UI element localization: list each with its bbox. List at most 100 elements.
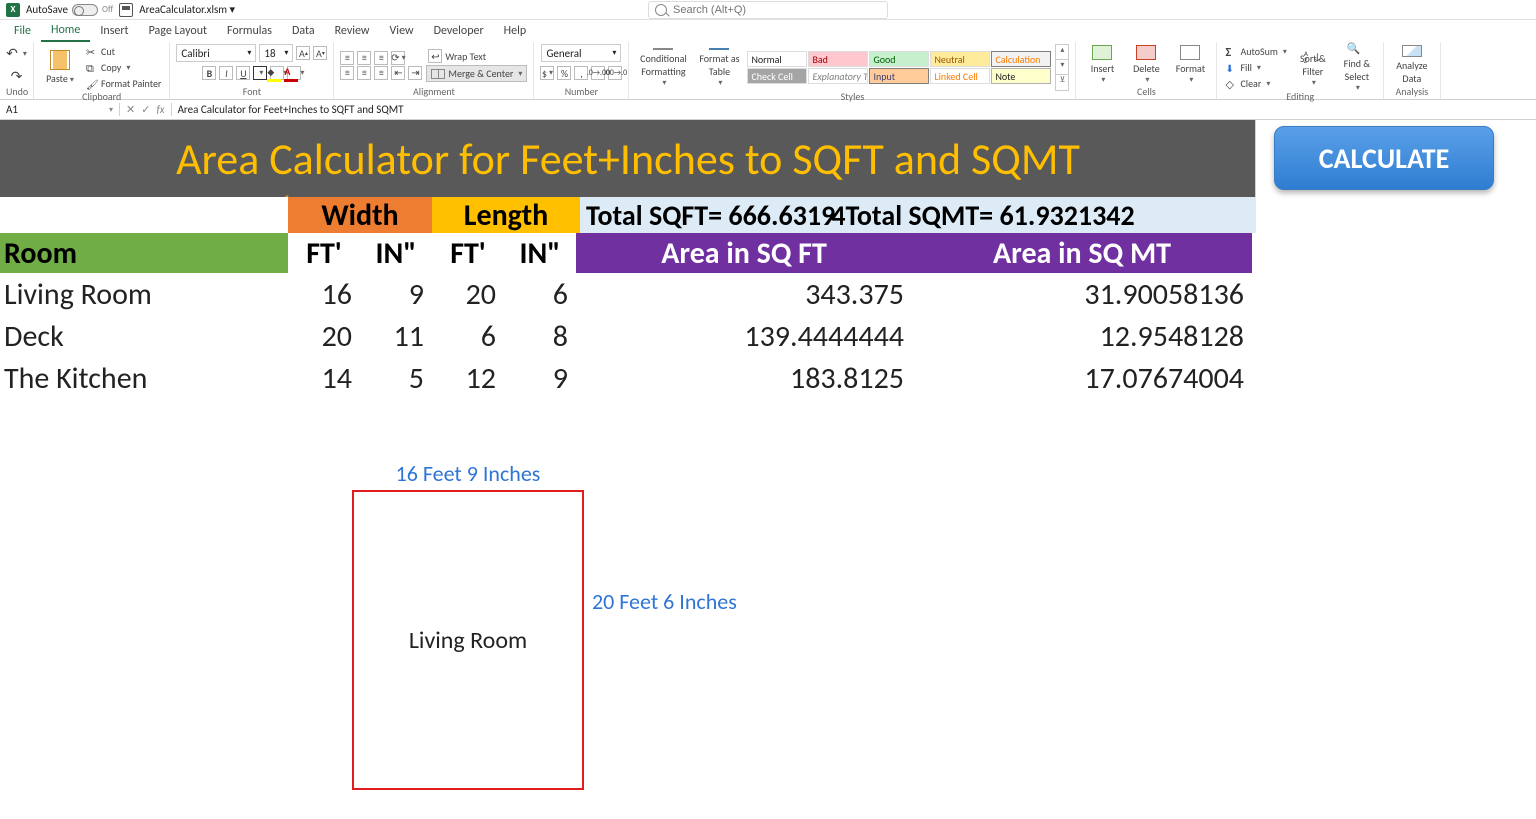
tab-home[interactable]: Home xyxy=(41,20,90,42)
header-length-in[interactable]: IN" xyxy=(504,233,576,273)
cell-sqft[interactable]: 343.375 xyxy=(576,273,912,315)
clear-button[interactable]: Clear xyxy=(1223,76,1288,91)
styles-scroll[interactable]: ▴ ▾ ⊻ xyxy=(1055,44,1069,91)
cell-room[interactable]: Living Room xyxy=(0,273,288,315)
header-area-sqmt[interactable]: Area in SQ MT xyxy=(912,233,1252,273)
insert-cells-button[interactable]: Insert xyxy=(1082,45,1122,85)
format-cells-button[interactable]: Format xyxy=(1170,45,1210,85)
save-icon[interactable] xyxy=(119,3,133,17)
sheet-title-cell[interactable]: Area Calculator for Feet+Inches to SQFT … xyxy=(0,120,1256,197)
cell-wft[interactable]: 20 xyxy=(288,315,360,357)
paste-button[interactable]: Paste xyxy=(40,48,80,88)
font-size-select[interactable]: 18▾ xyxy=(259,44,293,62)
tab-developer[interactable]: Developer xyxy=(424,21,494,41)
cell-room[interactable]: Deck xyxy=(0,315,288,357)
cell-win[interactable]: 11 xyxy=(360,315,432,357)
tab-formulas[interactable]: Formulas xyxy=(217,21,282,41)
header-width-in[interactable]: IN" xyxy=(360,233,432,273)
tab-data[interactable]: Data xyxy=(282,21,325,41)
copy-button[interactable]: Copy xyxy=(84,60,163,75)
tab-page-layout[interactable]: Page Layout xyxy=(139,21,217,41)
diagram-side-dimension[interactable]: 20 Feet 6 Inches xyxy=(592,588,737,615)
styles-more-icon[interactable]: ⊻ xyxy=(1056,75,1068,90)
cell-sqft[interactable]: 139.4444444 xyxy=(576,315,912,357)
conditional-formatting-button[interactable]: Conditional Formatting xyxy=(635,48,691,88)
cell-lft[interactable]: 6 xyxy=(432,315,504,357)
percent-format-button[interactable]: % xyxy=(557,66,571,80)
header-length-ft[interactable]: FT' xyxy=(432,233,504,273)
cell-lft[interactable]: 12 xyxy=(432,357,504,399)
style-good[interactable]: Good xyxy=(869,51,929,67)
undo-button[interactable] xyxy=(4,44,29,63)
align-middle-button[interactable]: ≡ xyxy=(357,51,371,65)
style-note[interactable]: Note xyxy=(991,68,1051,84)
header-area-sqft[interactable]: Area in SQ FT xyxy=(576,233,912,273)
format-as-table-button[interactable]: Format as Table xyxy=(695,48,743,88)
cell-room[interactable]: The Kitchen xyxy=(0,357,288,399)
header-width[interactable]: Width xyxy=(288,197,432,233)
decrease-font-button[interactable]: A▾ xyxy=(313,46,327,60)
decrease-decimal-button[interactable]: .00→.0 xyxy=(608,66,622,80)
format-painter-button[interactable]: Format Painter xyxy=(84,76,163,91)
style-linked-cell[interactable]: Linked Cell xyxy=(930,68,990,84)
fx-icon[interactable]: fx xyxy=(156,103,164,116)
style-normal[interactable]: Normal xyxy=(747,51,807,67)
toggle-switch-icon[interactable] xyxy=(72,4,98,16)
analyze-data-button[interactable]: AnalyzeData xyxy=(1390,45,1434,85)
fill-button[interactable]: Fill xyxy=(1223,60,1288,75)
accounting-format-button[interactable]: $ xyxy=(540,66,554,80)
redo-button[interactable] xyxy=(9,67,25,86)
cell-sqft[interactable]: 183.8125 xyxy=(576,357,912,399)
align-top-button[interactable]: ≡ xyxy=(340,51,354,65)
diagram-top-dimension[interactable]: 16 Feet 9 Inches xyxy=(352,460,584,487)
align-bottom-button[interactable]: ≡ xyxy=(374,51,388,65)
sort-filter-button[interactable]: Sort &Filter xyxy=(1293,48,1333,88)
cell-lin[interactable]: 9 xyxy=(504,357,576,399)
header-room[interactable]: Room xyxy=(0,233,288,273)
wrap-text-button[interactable]: ↩Wrap Text xyxy=(426,48,527,64)
tab-file[interactable]: File xyxy=(4,21,41,41)
cut-button[interactable]: Cut xyxy=(84,44,163,59)
borders-button[interactable] xyxy=(253,66,267,80)
delete-cells-button[interactable]: Delete xyxy=(1126,45,1166,85)
cell-sqmt[interactable]: 31.90058136 xyxy=(912,273,1252,315)
style-check-cell[interactable]: Check Cell xyxy=(747,68,807,84)
indent-increase-button[interactable]: ⇥ xyxy=(408,66,422,80)
font-color-button[interactable]: A xyxy=(287,66,301,80)
tab-help[interactable]: Help xyxy=(494,21,537,41)
autosum-button[interactable]: AutoSum xyxy=(1223,44,1288,59)
bold-button[interactable]: B xyxy=(202,66,216,80)
styles-scroll-up-icon[interactable]: ▴ xyxy=(1056,45,1068,60)
autosave-toggle[interactable]: AutoSave Off xyxy=(26,3,113,16)
cancel-formula-icon[interactable]: ✕ xyxy=(126,103,135,116)
cell-win[interactable]: 5 xyxy=(360,357,432,399)
tab-review[interactable]: Review xyxy=(325,21,380,41)
cell-sqmt[interactable]: 12.9548128 xyxy=(912,315,1252,357)
style-input[interactable]: Input xyxy=(869,68,929,84)
formula-content[interactable]: Area Calculator for Feet+Inches to SQFT … xyxy=(172,103,1536,116)
orientation-button[interactable]: ⟳ xyxy=(391,51,405,65)
enter-formula-icon[interactable]: ✓ xyxy=(141,103,150,116)
indent-decrease-button[interactable]: ⇤ xyxy=(391,66,405,80)
merge-center-button[interactable]: Merge & Center xyxy=(426,65,527,82)
cell-win[interactable]: 9 xyxy=(360,273,432,315)
search-box[interactable] xyxy=(648,1,888,19)
cell-styles-gallery[interactable]: Normal Bad Good Neutral Calculation Chec… xyxy=(747,51,1051,84)
room-diagram[interactable]: Living Room xyxy=(352,490,584,790)
font-name-select[interactable]: Calibri▾ xyxy=(176,44,256,62)
style-explanatory[interactable]: Explanatory T... xyxy=(808,68,868,84)
cell-wft[interactable]: 14 xyxy=(288,357,360,399)
header-length[interactable]: Length xyxy=(432,197,580,233)
cell-blank[interactable] xyxy=(0,197,288,233)
cell-lin[interactable]: 6 xyxy=(504,273,576,315)
find-select-button[interactable]: Find &Select xyxy=(1337,48,1377,88)
search-input[interactable] xyxy=(671,3,871,17)
style-neutral[interactable]: Neutral xyxy=(930,51,990,67)
style-calculation[interactable]: Calculation xyxy=(991,51,1051,67)
style-bad[interactable]: Bad xyxy=(808,51,868,67)
header-totals[interactable]: Total SQFT= 666.63194 Total SQMT= 61.932… xyxy=(580,197,1256,233)
tab-view[interactable]: View xyxy=(380,21,424,41)
increase-font-button[interactable]: A▴ xyxy=(296,46,310,60)
align-center-button[interactable]: ≡ xyxy=(357,66,371,80)
cell-lin[interactable]: 8 xyxy=(504,315,576,357)
